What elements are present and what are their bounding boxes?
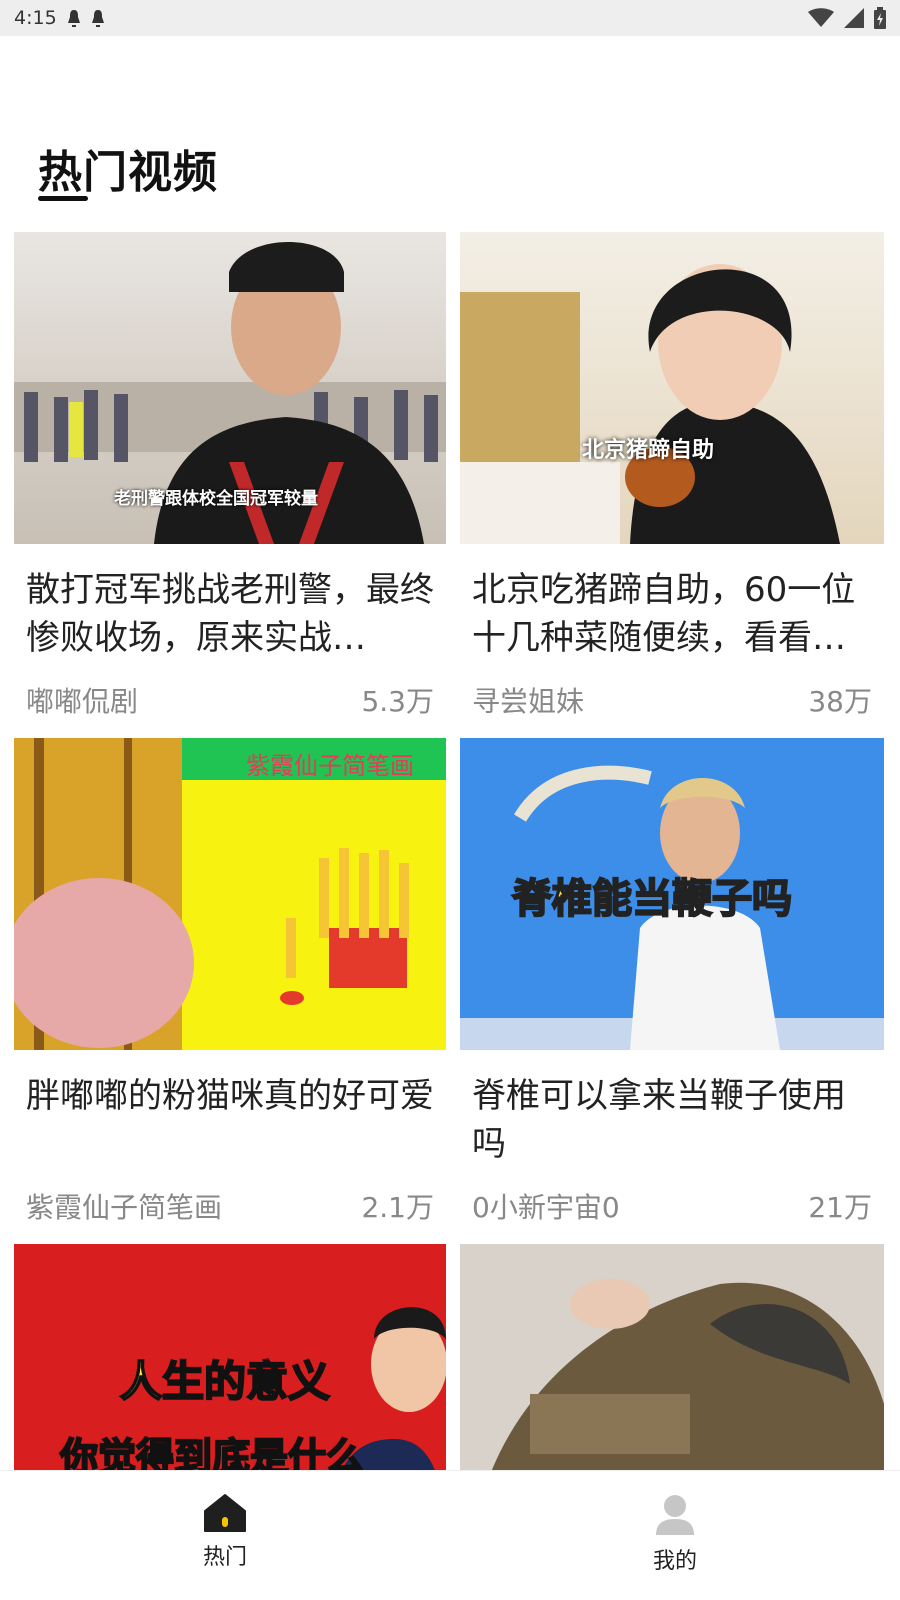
thumbnail-caption: 人生的意义 [119, 1356, 331, 1407]
video-thumbnail[interactable]: 紫霞仙子简笔画 [14, 738, 446, 1050]
video-card[interactable]: 人生的意义 你觉得到底是什么 [14, 1244, 446, 1470]
thumbnail-caption: 紫霞仙子简笔画 [246, 752, 414, 780]
video-author: 紫霞仙子简笔画 [26, 1191, 223, 1224]
video-title[interactable]: 脊椎可以拿来当鞭子使用吗 [472, 1072, 872, 1168]
video-card[interactable] [460, 1244, 884, 1470]
video-card[interactable]: 北京猪蹄自助 北京吃猪蹄自助，60一位十几种菜随便续，看看… 寻尝姐妹 38万 [460, 232, 884, 720]
thumbnail-caption: 脊椎能当鞭子吗 [511, 875, 793, 923]
video-thumbnail[interactable] [460, 1244, 884, 1470]
status-time: 4:15 [14, 7, 57, 29]
thumbnail-art [460, 1244, 884, 1470]
video-meta: 0小新宇宙0 21万 [472, 1186, 872, 1226]
video-card[interactable]: 脊椎能当鞭子吗 脊椎可以拿来当鞭子使用吗 0小新宇宙0 21万 [460, 738, 884, 1226]
thumbnail-art [460, 264, 840, 544]
video-title[interactable]: 北京吃猪蹄自助，60一位十几种菜随便续，看看… [472, 566, 872, 662]
title-underline [38, 196, 88, 201]
video-author: 嘟嘟侃剧 [26, 685, 139, 718]
video-card[interactable]: 紫霞仙子简笔画 胖嘟嘟的粉猫咪真的好可爱 紫霞仙子简笔画 2.1万 [14, 738, 446, 1226]
tab-mine[interactable]: 我的 [450, 1471, 900, 1600]
video-meta: 紫霞仙子简笔画 2.1万 [26, 1186, 434, 1226]
video-feed[interactable]: 老刑警跟体校全国冠军较量 散打冠军挑战老刑警，最终惨败收场，原来实战… 嘟嘟侃剧… [0, 232, 900, 1470]
view-count: 5.3万 [361, 685, 434, 718]
video-thumbnail[interactable]: 脊椎能当鞭子吗 [460, 738, 884, 1050]
status-bar: 4:15 [0, 0, 900, 36]
notification-icon [91, 10, 104, 27]
thumbnail-caption-secondary: 你觉得到底是什么 [59, 1434, 365, 1470]
thumbnail-caption: 老刑警跟体校全国冠军较量 [114, 489, 318, 509]
video-thumbnail[interactable]: 人生的意义 你觉得到底是什么 [14, 1244, 446, 1470]
thumbnail-art [14, 738, 446, 1050]
notification-icon [67, 10, 80, 27]
page-title: 热门视频 [38, 147, 218, 198]
battery-icon [874, 7, 886, 29]
view-count: 21万 [808, 1191, 872, 1224]
home-icon [204, 1494, 246, 1532]
header: 热门视频 [0, 36, 900, 226]
video-meta: 寻尝姐妹 38万 [472, 680, 872, 720]
thumbnail-caption: 北京猪蹄自助 [582, 438, 715, 463]
video-author: 0小新宇宙0 [472, 1191, 620, 1224]
video-author: 寻尝姐妹 [472, 685, 585, 718]
tab-hot[interactable]: 热门 [0, 1471, 450, 1600]
tab-mine-label: 我的 [652, 1549, 697, 1574]
view-count: 38万 [808, 685, 872, 718]
video-title[interactable]: 散打冠军挑战老刑警，最终惨败收场，原来实战… [26, 566, 434, 662]
wifi-icon [808, 8, 834, 27]
video-meta: 嘟嘟侃剧 5.3万 [26, 680, 434, 720]
profile-icon [656, 1495, 694, 1535]
tab-hot-label: 热门 [202, 1545, 247, 1570]
video-thumbnail[interactable]: 北京猪蹄自助 [460, 232, 884, 544]
video-card[interactable]: 老刑警跟体校全国冠军较量 散打冠军挑战老刑警，最终惨败收场，原来实战… 嘟嘟侃剧… [14, 232, 446, 720]
video-title[interactable]: 胖嘟嘟的粉猫咪真的好可爱 [26, 1072, 434, 1168]
signal-icon [844, 8, 864, 28]
view-count: 2.1万 [361, 1191, 434, 1224]
video-thumbnail[interactable]: 老刑警跟体校全国冠军较量 [14, 232, 446, 544]
bottom-nav: 热门 我的 [0, 1470, 900, 1600]
